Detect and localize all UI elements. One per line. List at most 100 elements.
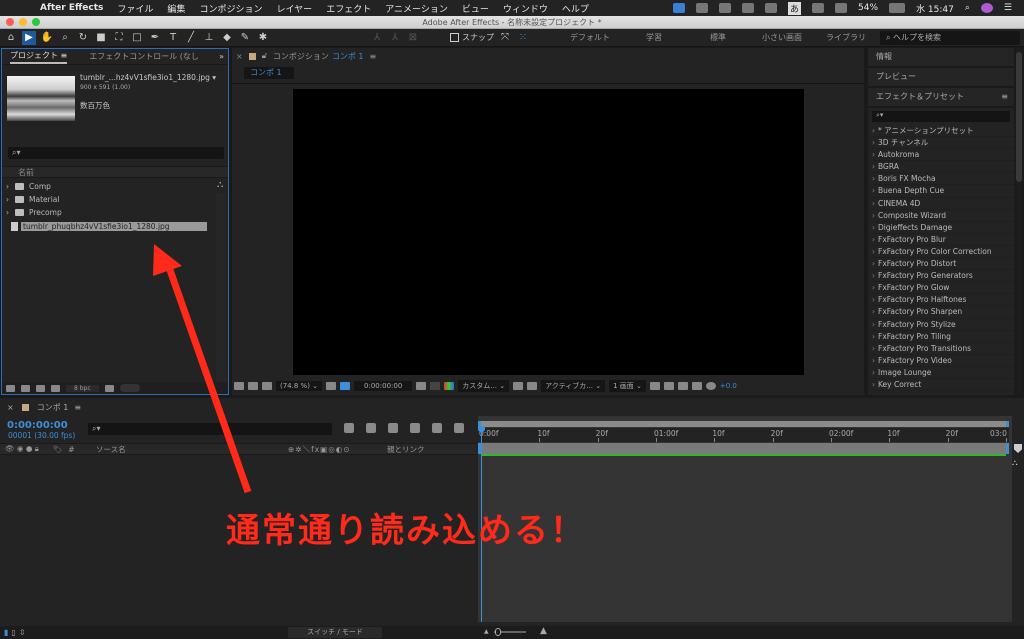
region-of-interest-icon[interactable] — [340, 381, 351, 390]
effect-category-item[interactable]: › Boris FX Mocha — [868, 173, 1014, 186]
effect-category-item[interactable]: › FxFactory Pro Video — [868, 355, 1014, 367]
effect-category-item[interactable]: › FxFactory Pro Blur — [868, 234, 1014, 246]
flowchart-icon[interactable] — [691, 381, 702, 390]
expand-chevron-icon[interactable]: › — [872, 138, 875, 147]
battery-percent[interactable]: 54% — [858, 3, 878, 13]
right-panel-scrollbar[interactable] — [1015, 48, 1023, 395]
effect-category-item[interactable]: › Image Lounge — [868, 367, 1014, 379]
project-search-input[interactable]: ⌕▾ — [8, 147, 224, 159]
effect-category-item[interactable]: › FxFactory Pro Sharpen — [868, 306, 1014, 319]
effect-category-item[interactable]: › FxFactory Pro Stylize — [868, 319, 1014, 331]
menu-effect[interactable]: エフェクト — [326, 2, 371, 15]
spotlight-icon[interactable]: ⌕ — [965, 3, 970, 13]
effect-category-item[interactable]: › 3D チャンネル — [868, 137, 1014, 150]
battery-icon[interactable] — [889, 3, 906, 13]
expand-chevron-icon[interactable]: › — [872, 271, 875, 280]
composition-tab[interactable]: × 🔓︎ コンポジション コンポ 1 ≡ — [232, 48, 864, 64]
time-machine-icon[interactable] — [742, 3, 755, 13]
selection-tool-icon[interactable]: ▶ — [22, 30, 36, 45]
graph-editor-icon[interactable] — [454, 423, 464, 433]
creative-cloud-icon[interactable] — [696, 3, 709, 13]
effect-category-item[interactable]: › FxFactory Pro Generators — [868, 270, 1014, 283]
zoom-dropdown[interactable]: (74.8 %) ⌄ — [276, 380, 323, 391]
world-axis-icon[interactable]: ⅄ — [388, 31, 402, 45]
expand-chevron-icon[interactable]: › — [872, 259, 875, 268]
monitor-icon[interactable] — [248, 381, 258, 390]
view-axis-icon[interactable]: ⊠ — [406, 31, 420, 45]
close-tab-icon[interactable]: × — [7, 403, 14, 412]
camera-dropdown[interactable]: アクティブカ... ⌄ — [541, 379, 606, 392]
project-item[interactable]: › Comp — [6, 180, 51, 192]
frame-blending-icon[interactable] — [410, 423, 420, 433]
teamviewer-icon[interactable] — [673, 3, 686, 13]
effect-category-item[interactable]: › Autokroma — [868, 149, 1014, 162]
ime-indicator[interactable]: あ — [788, 1, 802, 15]
snap-edge-icon[interactable]: ⤧ — [498, 31, 512, 45]
zoom-in-icon[interactable]: ▲ — [540, 626, 547, 636]
expand-chevron-icon[interactable]: › — [872, 344, 875, 353]
hand-tool-icon[interactable]: ✋ — [40, 31, 54, 45]
effect-category-item[interactable]: › Buena Depth Cue — [868, 185, 1014, 198]
tab-effect-controls[interactable]: エフェクトコントロール (なし — [89, 51, 199, 62]
expand-chevron-icon[interactable]: › — [872, 199, 875, 208]
home-icon[interactable]: ⌂ — [4, 31, 18, 45]
layer-number-column[interactable]: # — [68, 445, 74, 454]
expand-chevron-icon[interactable]: › — [872, 320, 875, 329]
transparency-grid-icon[interactable] — [527, 381, 538, 390]
menu-file[interactable]: ファイル — [117, 2, 153, 15]
transfer-controls-toggle-icon[interactable]: ▯ — [11, 628, 15, 637]
snap-checkbox[interactable] — [450, 33, 459, 42]
effect-category-item[interactable]: › Composite Wizard — [868, 210, 1014, 222]
effect-category-item[interactable]: › FxFactory Pro Transitions — [868, 343, 1014, 355]
grid-guides-icon[interactable] — [326, 381, 337, 390]
panel-menu-icon[interactable]: ≡ — [1001, 88, 1008, 106]
comp-canvas[interactable] — [293, 89, 804, 375]
label-icon[interactable]: 🏷︎ — [53, 445, 63, 454]
clock[interactable]: 水 15:47 — [916, 2, 954, 15]
expand-chevron-icon[interactable]: › — [872, 247, 875, 256]
menu-app-name[interactable]: After Effects — [40, 3, 103, 13]
project-scrollbar[interactable] — [216, 193, 226, 382]
time-ruler[interactable]: 0:00f 10f 20f 01:00f 10f 20f 02:00f 10f 20f 03:0 — [478, 428, 1009, 442]
preview-panel-header[interactable]: プレビュー — [868, 68, 1014, 88]
menu-view[interactable]: ビュー — [462, 2, 489, 15]
expand-chevron-icon[interactable]: › — [872, 162, 875, 171]
menu-animation[interactable]: アニメーション — [385, 2, 448, 15]
zoom-out-icon[interactable]: ▲ — [484, 628, 489, 635]
effect-category-item[interactable]: › FxFactory Pro Tiling — [868, 331, 1014, 343]
switches-column[interactable]: ⊕✲＼fx▣◎◐⊙ — [288, 444, 351, 455]
interpret-footage-icon[interactable] — [6, 384, 15, 392]
local-axis-icon[interactable]: ⅄ — [370, 31, 384, 45]
trash-icon[interactable] — [104, 384, 114, 392]
workspace-learn[interactable]: 学習 — [622, 32, 686, 43]
comp-mini-flowchart-icon[interactable] — [344, 423, 354, 433]
accessibility-icon[interactable] — [719, 3, 732, 13]
menu-layer[interactable]: レイヤー — [276, 2, 312, 15]
bit-depth-button[interactable]: 8 bpc — [66, 384, 99, 392]
project-item-selected[interactable]: tumblr_phuqbhz4vV1sfie3io1_1280.jpg — [6, 220, 207, 232]
file-info-name[interactable]: tumblr_...hz4vV1sfie3io1_1280.jpg ▾ — [80, 73, 216, 83]
puppet-pin-tool-icon[interactable]: ✱ — [256, 31, 270, 45]
volume-icon[interactable] — [835, 3, 848, 13]
camera-tool-icon[interactable]: ■ — [94, 31, 108, 45]
panel-more-icon[interactable]: » — [219, 52, 224, 61]
project-settings-icon[interactable] — [51, 384, 60, 392]
menu-composition[interactable]: コンポジション — [199, 2, 262, 15]
workspace-small-screen[interactable]: 小さい画面 — [750, 32, 814, 43]
close-tab-icon[interactable]: × — [236, 52, 243, 61]
pixel-aspect-icon[interactable] — [649, 381, 660, 390]
expand-chevron-icon[interactable]: › — [872, 283, 875, 292]
show-snapshot-icon[interactable] — [430, 381, 441, 390]
menu-help[interactable]: ヘルプ — [562, 2, 589, 15]
expand-chevron-icon[interactable]: › — [872, 235, 875, 244]
effect-category-item[interactable]: › CINEMA 4D — [868, 198, 1014, 210]
effects-search-input[interactable]: ⌕▾ — [872, 111, 1010, 122]
workspace-default[interactable]: デフォルト — [558, 32, 622, 43]
expand-chevron-icon[interactable]: › — [872, 174, 875, 183]
effect-category-item[interactable]: › FxFactory Pro Distort — [868, 258, 1014, 271]
view-layout-dropdown[interactable]: 1 画面 ⌄ — [609, 379, 646, 392]
pan-behind-tool-icon[interactable]: ⛶ — [112, 31, 126, 45]
new-folder-icon[interactable] — [21, 384, 30, 392]
thumbnail-size-slider[interactable] — [119, 384, 140, 392]
in-out-toggle-icon[interactable]: ⇳ — [19, 628, 26, 637]
